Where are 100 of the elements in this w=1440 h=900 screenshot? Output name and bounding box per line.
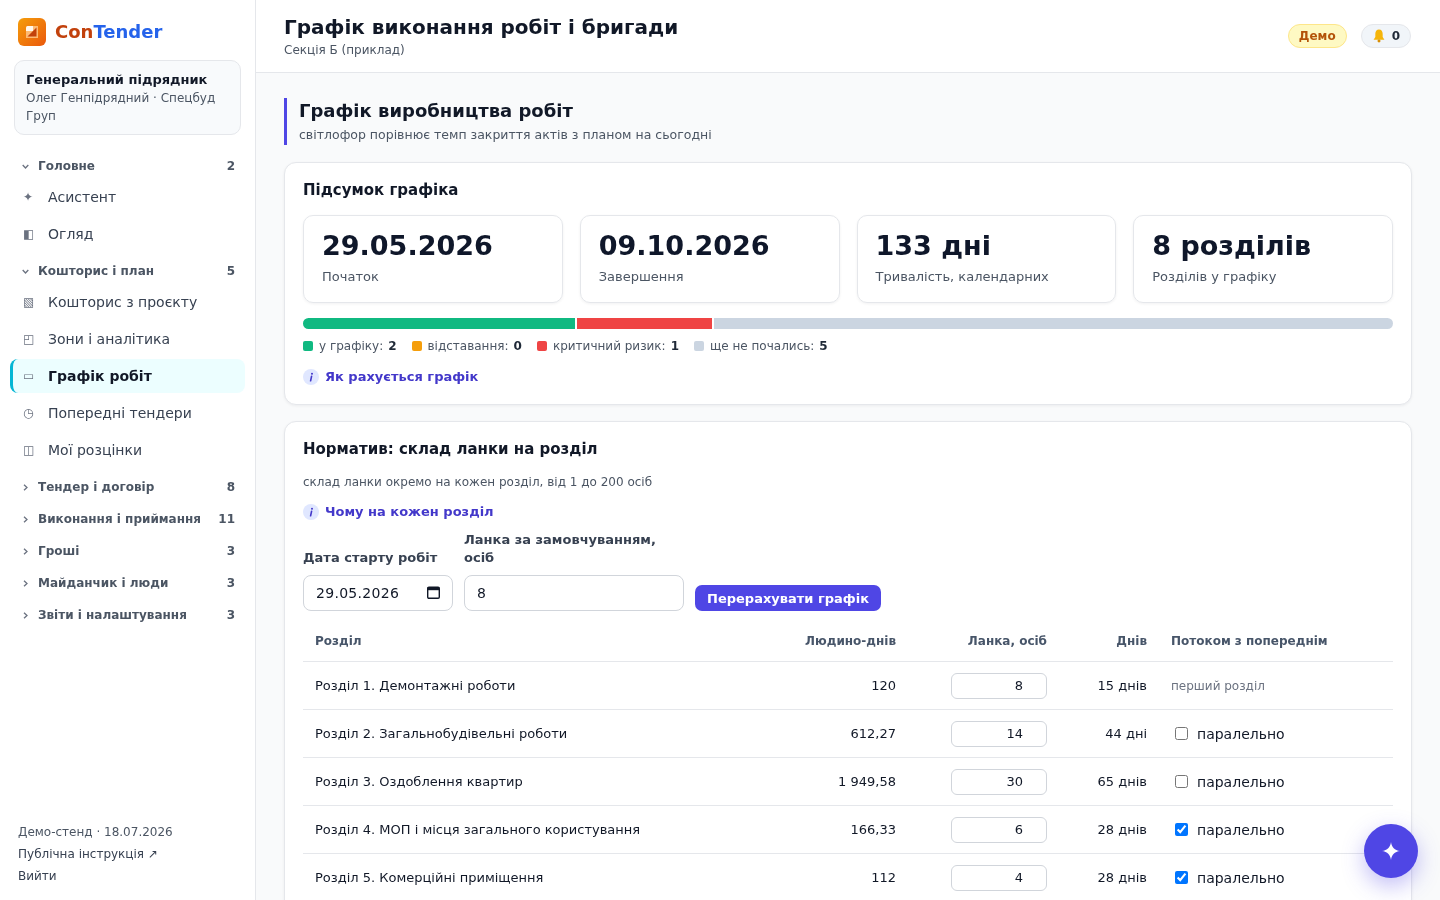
checkbox[interactable] [1175, 727, 1188, 740]
man-days-value: 112 [871, 868, 896, 887]
checkbox[interactable] [1175, 775, 1188, 788]
hatched-square-icon: ▧ [23, 295, 35, 309]
legend-count: 2 [388, 338, 397, 354]
section-name: Розділ 4. МОП і місця загального користування [315, 820, 641, 839]
count-label: 2 [226, 159, 235, 173]
logo-icon [18, 18, 46, 46]
checkbox[interactable] [1175, 823, 1188, 836]
brand-name: ConTender [55, 20, 163, 44]
column-header: Днів [1116, 633, 1147, 649]
split-square-icon: ◫ [23, 443, 35, 457]
nav-item[interactable]: ▧ Кошторис з проєкту [10, 285, 245, 319]
quartered-square-icon: ◰ [23, 332, 35, 346]
stat-label: Завершення [598, 268, 685, 286]
days-value: 28 днів [1097, 868, 1147, 887]
bell-icon [1371, 29, 1386, 43]
man-days-value: 166,33 [850, 820, 896, 839]
crew-size-input[interactable]: 6 [951, 816, 1047, 843]
legend-count: 0 [513, 338, 522, 354]
first-section-note: перший розділ [1171, 677, 1265, 694]
checkbox-label: паралельно [1197, 868, 1285, 887]
crew-size-input[interactable]: 4 [951, 864, 1047, 891]
recalculate-button[interactable]: Перерахувати графік [695, 585, 881, 611]
nav-group-toggle[interactable]: Кошторис і план 5 [10, 259, 245, 283]
section-name: Розділ 1. Демонтажні роботи [315, 676, 516, 695]
section-subtitle: світлофор порівнює темп закриття актів з планом на сьогодні [299, 126, 713, 144]
crew-size-input[interactable]: 8 [951, 672, 1047, 699]
help-link[interactable]: Чому на кожен розділ [325, 503, 494, 521]
calendar-icon[interactable] [427, 586, 440, 599]
days-value: 28 днів [1097, 820, 1147, 839]
count-label: 8 [226, 480, 235, 494]
count-label: 3 [226, 576, 235, 590]
date-field[interactable]: 29.05.2026 [303, 575, 453, 611]
nav-group-toggle[interactable]: Гроші 3 [10, 539, 245, 563]
sparkle-icon: ✦ [23, 190, 35, 204]
section-name: Розділ 5. Комерційні приміщення [315, 868, 544, 887]
column-header: Людино-днів [805, 633, 896, 649]
legend-label: у графіку: [319, 338, 384, 354]
nav-group-toggle[interactable]: Майданчик і люди 3 [10, 571, 245, 595]
checkbox[interactable] [1175, 871, 1188, 884]
section-name: Розділ 3. Оздоблення квартир [315, 772, 523, 791]
stat-value: 09.10.2026 [598, 229, 771, 262]
column-header: Розділ [315, 633, 362, 649]
notifications-button[interactable]: 0 [1360, 24, 1411, 48]
legend-label: відставання: [427, 338, 509, 354]
days-value: 44 дні [1105, 724, 1147, 743]
legend-label: ще не почались: [710, 338, 815, 354]
stat-label: Розділів у графіку [1152, 268, 1278, 286]
legend-label: критичний ризик: [552, 338, 666, 354]
nav-group-toggle[interactable]: Звіти і налаштування 3 [10, 603, 245, 627]
nav-item[interactable]: ✦ Асистент [10, 180, 245, 214]
field-label: Ланка за замовчуванням, осіб [464, 531, 657, 567]
days-value: 65 днів [1097, 772, 1147, 791]
crew-size-input[interactable]: 14 [951, 720, 1047, 747]
nav-item[interactable]: ◰ Зони і аналітика [10, 322, 245, 356]
link[interactable]: Вийти [18, 868, 57, 884]
man-days-value: 612,27 [850, 724, 896, 743]
days-value: 15 днів [1097, 676, 1147, 695]
section-name: Розділ 2. Загальнобудівельні роботи [315, 724, 568, 743]
nav-item[interactable]: ◧ Огляд [10, 217, 245, 251]
stat-value: 8 розділів [1152, 229, 1313, 262]
nav-group-toggle[interactable]: Виконання і приймання 11 [10, 507, 245, 531]
page-subtitle: Секція Б (приклад) [284, 42, 406, 58]
nav-group-toggle[interactable]: Головне 2 [10, 154, 245, 178]
column-header: Ланка, осіб [967, 633, 1047, 649]
stat-value: 29.05.2026 [322, 229, 494, 262]
checkbox-label: паралельно [1197, 772, 1285, 791]
card-title: Норматив: склад ланки на розділ [303, 439, 599, 459]
field-label: Дата старту робіт [303, 549, 439, 567]
count-label: 3 [226, 544, 235, 558]
legend-count: 5 [819, 338, 828, 354]
info-icon [303, 369, 319, 385]
stat-value: 133 дні [875, 229, 992, 262]
stat-label: Початок [322, 268, 380, 286]
section-title: Графік виробництва робіт [299, 99, 574, 123]
stand-info: Демо-стенд · 18.07.2026 [18, 824, 173, 840]
count-label: 3 [226, 608, 235, 622]
rectangle-icon: ▭ [23, 369, 35, 383]
link[interactable]: Публічна інструкція ↗ [18, 846, 158, 862]
crew-size-input[interactable]: 30 [951, 768, 1047, 795]
nav-group-toggle[interactable]: Тендер і договір 8 [10, 475, 245, 499]
card-title: Підсумок графіка [303, 180, 460, 200]
account-role: Генеральний підрядник [26, 71, 209, 89]
account-user: Олег Генпідрядний · Спецбуд Груп [26, 90, 217, 125]
nav-item[interactable]: ▭ Графік робіт [10, 359, 245, 393]
nav-item[interactable]: ◷ Попередні тендери [10, 396, 245, 430]
crew-size-field[interactable]: 8 [464, 575, 684, 611]
info-icon [303, 504, 319, 520]
legend-count: 1 [670, 338, 679, 354]
count-label: 5 [226, 264, 235, 278]
count-label: 11 [218, 512, 235, 526]
checkbox-label: паралельно [1197, 820, 1285, 839]
help-link[interactable]: Як рахується графік [325, 368, 479, 386]
page-title: Графік виконання робіт і бригади [284, 14, 679, 40]
man-days-value: 1 949,58 [838, 772, 896, 791]
demo-badge: Демо [1287, 24, 1347, 48]
nav-item[interactable]: ◫ Мої розцінки [10, 433, 245, 467]
checkbox-label: паралельно [1197, 724, 1285, 743]
man-days-value: 120 [871, 676, 896, 695]
